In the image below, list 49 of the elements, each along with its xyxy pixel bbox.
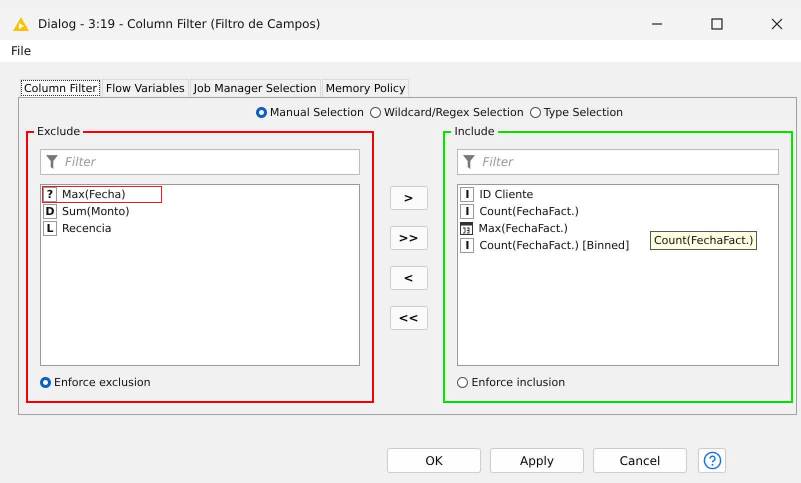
type-badge: I (460, 238, 474, 253)
list-item[interactable]: D Sum(Monto) (42, 203, 162, 220)
list-item[interactable]: L Recencia (42, 220, 162, 237)
radio-label: Manual Selection (270, 106, 364, 119)
tab[interactable]: Job Manager Selection (190, 79, 321, 97)
move-button[interactable]: >> (390, 226, 428, 250)
radio-button[interactable] (370, 107, 381, 118)
type-badge: I (460, 187, 474, 202)
calendar-icon (460, 222, 474, 235)
group-title: Exclude (34, 125, 84, 138)
dialog-button[interactable]: Cancel (593, 448, 687, 473)
radio-label: Enforce exclusion (54, 376, 151, 389)
radio-button[interactable] (457, 377, 468, 388)
list-item[interactable]: I Count(FechaFact.) [Binned] (459, 237, 630, 254)
radio-button[interactable] (40, 377, 51, 388)
close-icon[interactable] (771, 18, 783, 30)
help-button[interactable] (698, 448, 726, 473)
type-badge: ? (43, 187, 57, 202)
dialog-button[interactable]: Apply (490, 448, 584, 473)
filter-field[interactable]: Filter (457, 149, 779, 175)
maximize-icon[interactable] (711, 18, 723, 30)
tab[interactable]: Memory Policy (322, 79, 410, 97)
radio-button[interactable] (256, 107, 267, 118)
window-title: Dialog - 3:19 - Column Filter (Filtro de Campos) (38, 17, 320, 31)
move-button[interactable]: > (390, 186, 428, 210)
move-button[interactable]: << (390, 306, 428, 330)
tooltip: Count(FechaFact.) (650, 231, 758, 250)
funnel-icon (46, 155, 58, 169)
list-item[interactable]: ? Max(Fecha) (42, 186, 162, 203)
tab[interactable]: Column Filter (20, 79, 101, 97)
radio-label: Enforce inclusion (471, 376, 566, 389)
dialog-button[interactable]: OK (387, 448, 481, 473)
list-item[interactable]: I Count(FechaFact.) (459, 203, 580, 220)
radio-label: Wildcard/Regex Selection (384, 106, 524, 119)
menu-item[interactable]: File (11, 44, 32, 58)
group-title: Include (451, 125, 498, 138)
move-button[interactable]: < (390, 266, 428, 290)
radio-button[interactable] (530, 107, 541, 118)
help-icon (702, 451, 722, 470)
type-badge: L (43, 221, 57, 236)
radio-label: Type Selection (544, 106, 624, 119)
type-badge: D (43, 204, 57, 219)
filter-field[interactable]: Filter (40, 149, 360, 175)
funnel-icon (463, 155, 476, 169)
list-item[interactable]: I ID Cliente (459, 186, 580, 203)
type-badge: I (460, 204, 474, 219)
app-logo-icon (12, 16, 30, 32)
tab[interactable]: Flow Variables (102, 79, 189, 97)
list-item[interactable]: Max(FechaFact.) (459, 220, 580, 237)
